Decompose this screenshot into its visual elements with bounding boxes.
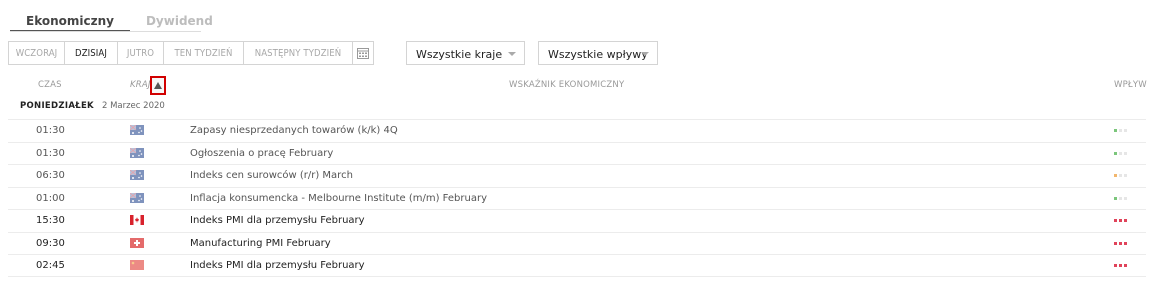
date-group-date: 2 Marzec 2020: [101, 101, 165, 111]
australia-flag-icon: [129, 169, 144, 180]
australia-flag-icon: [129, 192, 144, 203]
impact-dot: [1119, 219, 1122, 222]
column-header-impact[interactable]: WPŁYW: [1114, 80, 1147, 90]
impact-dot: [1119, 241, 1122, 245]
impact-level-indicator: [1114, 151, 1127, 155]
event-row[interactable]: 01:30 Zapasy niesprzedanych towarów (k/k)…: [8, 119, 1146, 142]
event-indicator[interactable]: Indeks PMI dla przemysłu February: [190, 215, 365, 226]
event-row[interactable]: 15:30 Indeks PMI dla przemysłu February: [8, 209, 1146, 232]
impact-dot: [1114, 264, 1117, 267]
impact-dot: [1114, 219, 1117, 222]
chevron-down-icon: [508, 52, 516, 56]
country-select[interactable]: Wszystkie kraje: [406, 41, 525, 65]
australia-flag-icon: [129, 147, 144, 158]
switzerland-flag-icon: [130, 237, 144, 248]
yesterday-button[interactable]: WCZORAJ: [8, 41, 65, 65]
today-button[interactable]: DZISIAJ: [64, 41, 118, 65]
canada-flag-icon: [130, 215, 144, 225]
impact-dot: [1114, 174, 1117, 177]
event-indicator[interactable]: Ogłoszenia o pracę February: [190, 148, 333, 159]
events-table: 01:30 Zapasy niesprzedanych towarów (k/k)…: [8, 119, 1146, 277]
chevron-down-icon: [641, 52, 649, 56]
day-filter-bar: WCZORAJ DZISIAJ JUTRO TEN TYDZIEŃ NASTĘP…: [8, 41, 374, 65]
tab-dividend[interactable]: Dywidend: [130, 8, 229, 32]
sort-arrow-icon: [154, 82, 162, 89]
australia-flag-icon: [129, 124, 144, 135]
impact-dot: [1114, 129, 1117, 132]
date-group-header: PONIEDZIAŁEK 2 Marzec 2020: [20, 101, 165, 111]
impact-dot: [1124, 264, 1127, 267]
impact-dot: [1119, 174, 1122, 177]
country-select-value: Wszystkie kraje: [416, 48, 503, 61]
impact-dot: [1124, 129, 1127, 132]
impact-dot: [1119, 129, 1122, 132]
event-row[interactable]: 02:45 Indeks PMI dla przemysłu February: [8, 254, 1146, 277]
event-indicator[interactable]: Zapasy niesprzedanych towarów (k/k) 4Q: [190, 125, 398, 136]
event-time: 15:30: [36, 215, 65, 226]
impact-dot: [1114, 241, 1117, 245]
impact-dot: [1119, 151, 1122, 155]
tab-economic[interactable]: Ekonomiczny: [10, 8, 130, 32]
event-time: 01:30: [36, 147, 65, 159]
impact-dot: [1119, 196, 1122, 200]
event-row[interactable]: 06:30 Indeks cen surowców (r/r) March: [8, 164, 1146, 187]
calendar-tabs: Ekonomiczny Dywidend: [10, 8, 229, 32]
column-header-indicator[interactable]: WSKAŹNIK EKONOMICZNY: [509, 80, 624, 90]
event-row[interactable]: 01:30 Ogłoszenia o pracę February: [8, 141, 1146, 165]
impact-dot: [1119, 264, 1122, 267]
column-header-time[interactable]: CZAS: [38, 80, 62, 90]
sort-ascending-button[interactable]: [150, 76, 166, 95]
china-flag-icon: [130, 260, 144, 270]
event-time: 02:45: [36, 260, 65, 271]
calendar-icon[interactable]: [352, 41, 374, 65]
impact-select-value: Wszystkie wpływy: [548, 48, 648, 61]
event-indicator[interactable]: Inflacja konsumencka - Melbourne Institu…: [190, 193, 487, 204]
impact-level-indicator: [1114, 196, 1127, 200]
impact-dot: [1124, 241, 1127, 245]
tomorrow-button[interactable]: JUTRO: [117, 41, 164, 65]
impact-dot: [1124, 174, 1127, 177]
event-time: 01:00: [36, 192, 65, 204]
event-time: 01:30: [36, 125, 65, 136]
impact-level-indicator: [1114, 174, 1127, 177]
impact-select[interactable]: Wszystkie wpływy: [538, 41, 658, 65]
event-time: 06:30: [36, 170, 65, 181]
event-time: 09:30: [36, 237, 65, 249]
event-indicator[interactable]: Manufacturing PMI February: [190, 238, 331, 249]
impact-dot: [1114, 196, 1117, 200]
column-header-country[interactable]: KRAJ: [130, 80, 151, 90]
tabs-divider: [10, 31, 201, 32]
event-indicator[interactable]: Indeks PMI dla przemysłu February: [190, 260, 365, 271]
next-week-button[interactable]: NASTĘPNY TYDZIEŃ: [243, 41, 353, 65]
impact-dot: [1124, 196, 1127, 200]
impact-level-indicator: [1114, 264, 1127, 267]
impact-dot: [1124, 219, 1127, 222]
impact-level-indicator: [1114, 219, 1127, 222]
event-row[interactable]: 01:00 Inflacja konsumencka - Melbourne In…: [8, 186, 1146, 210]
date-group-day: PONIEDZIAŁEK: [20, 101, 94, 111]
impact-dot: [1114, 151, 1117, 155]
impact-level-indicator: [1114, 129, 1127, 132]
event-indicator[interactable]: Indeks cen surowców (r/r) March: [190, 170, 353, 181]
impact-dot: [1124, 151, 1127, 155]
this-week-button[interactable]: TEN TYDZIEŃ: [163, 41, 244, 65]
impact-level-indicator: [1114, 241, 1127, 245]
event-row[interactable]: 09:30 Manufacturing PMI February: [8, 231, 1146, 255]
